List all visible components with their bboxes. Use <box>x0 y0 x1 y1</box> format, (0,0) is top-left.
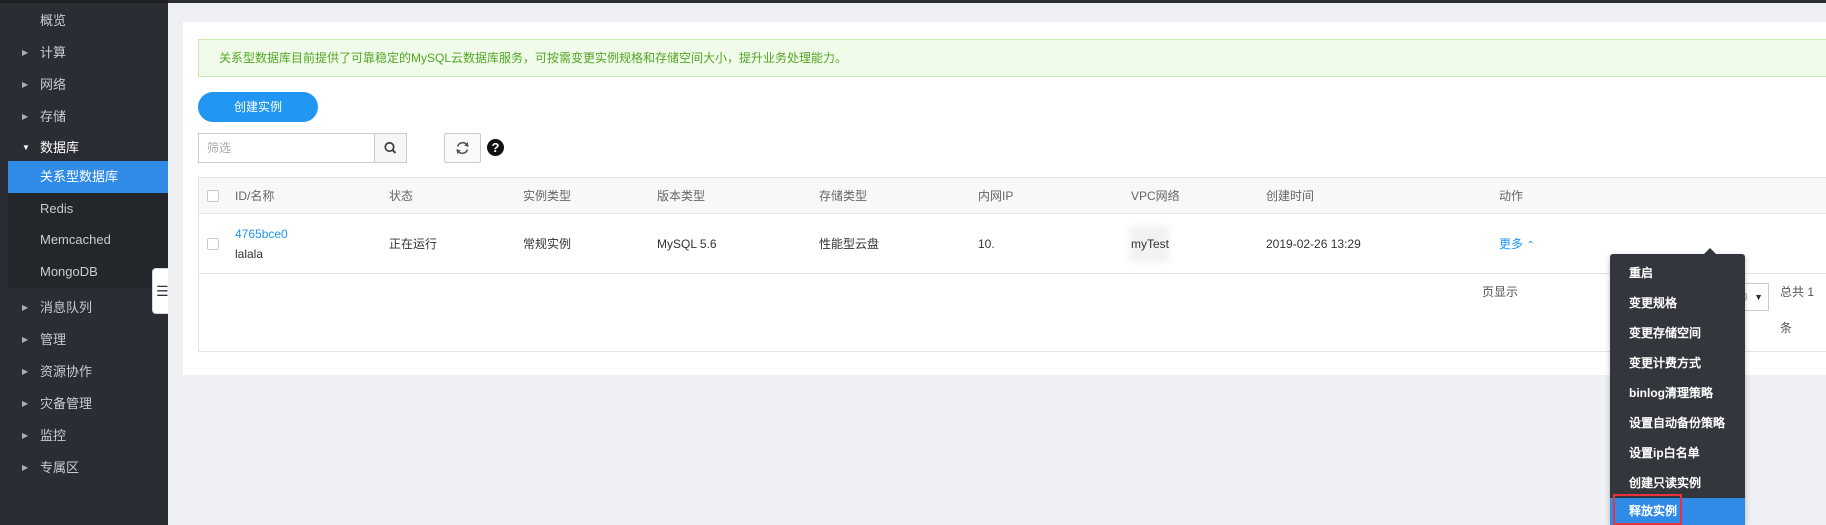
notice-text: 关系型数据库目前提供了可靠稳定的MySQL云数据库服务，可按需变更实例规格和存储… <box>219 51 848 65</box>
help-icon[interactable]: ? <box>487 139 504 156</box>
highlight-box <box>1613 494 1682 525</box>
search-icon <box>384 141 397 154</box>
instance-created: 2019-02-26 13:29 <box>1266 237 1361 251</box>
caret-right-icon: ▶ <box>22 112 29 121</box>
menu-item-change-storage[interactable]: 变更存储空间 <box>1610 318 1745 348</box>
sidebar-item-storage[interactable]: ▶ 存储 <box>0 101 168 133</box>
instance-ip: 10. <box>978 237 995 251</box>
caret-right-icon: ▶ <box>22 80 29 89</box>
sidebar-item-label: 监控 <box>40 428 67 443</box>
caret-right-icon: ▶ <box>22 399 29 408</box>
column-header-storage: 存储类型 <box>819 189 868 203</box>
caret-right-icon: ▶ <box>22 303 29 312</box>
instance-vpc: myTest <box>1131 237 1170 251</box>
sidebar-item-label: 专属区 <box>40 460 80 475</box>
column-header-version: 版本类型 <box>657 189 706 203</box>
more-actions-label: 更多 <box>1499 237 1524 251</box>
column-header-action: 动作 <box>1499 189 1524 203</box>
instance-version: MySQL 5.6 <box>657 237 717 251</box>
sidebar-subitem-redis[interactable]: Redis <box>8 193 168 225</box>
filter-input[interactable] <box>199 134 374 162</box>
sidebar-item-dr[interactable]: ▶ 灾备管理 <box>0 388 168 420</box>
menu-item-change-billing[interactable]: 变更计费方式 <box>1610 348 1745 378</box>
sidebar-item-label: 网络 <box>40 77 67 92</box>
caret-right-icon: ▶ <box>22 463 29 472</box>
total-count: 总共 1 条 <box>1780 285 1815 335</box>
sidebar-item-database[interactable]: ▼ 数据库 <box>0 132 168 164</box>
sidebar-item-label: 消息队列 <box>40 300 93 315</box>
row-checkbox[interactable] <box>207 238 219 250</box>
sidebar-subitem-label: 关系型数据库 <box>40 169 119 184</box>
column-header-created: 创建时间 <box>1266 189 1315 203</box>
sidebar-item-label: 计算 <box>40 45 67 60</box>
table-header: ID/名称 状态 实例类型 版本类型 存储类型 内网IP VPC网络 创建时间 … <box>199 178 1826 214</box>
column-header-id: ID/名称 <box>235 189 275 203</box>
more-actions-dropdown: 重启 变更规格 变更存储空间 变更计费方式 binlog清理策略 设置自动备份策… <box>1610 248 1745 525</box>
table-row: 4765bce0 lalala 正在运行 常规实例 MySQL 5.6 性能型云… <box>199 214 1826 274</box>
column-header-vpc: VPC网络 <box>1131 189 1180 203</box>
caret-right-icon: ▶ <box>22 431 29 440</box>
sidebar-subitem-rdb[interactable]: 关系型数据库 <box>8 161 168 193</box>
sidebar-item-label: 概览 <box>40 13 67 28</box>
column-header-ip: 内网IP <box>978 189 1014 203</box>
caret-down-icon: ▼ <box>22 143 30 152</box>
sidebar-item-label: 资源协作 <box>40 364 93 379</box>
sidebar-item-mq[interactable]: ▶ 消息队列 <box>0 292 168 324</box>
sidebar-subitem-label: MongoDB <box>40 264 98 279</box>
menu-item-auto-backup[interactable]: 设置自动备份策略 <box>1610 408 1745 438</box>
sidebar-item-label: 存储 <box>40 109 67 124</box>
top-bar <box>168 0 1826 3</box>
menu-item-ip-whitelist[interactable]: 设置ip白名单 <box>1610 438 1745 468</box>
caret-right-icon: ▶ <box>22 367 29 376</box>
search-button[interactable] <box>375 134 406 162</box>
sidebar-item-label: 灾备管理 <box>40 396 93 411</box>
sidebar-subitem-memcached[interactable]: Memcached <box>8 224 168 256</box>
page-size-label: 页显示 <box>1482 285 1519 299</box>
sidebar-subitem-mongodb[interactable]: MongoDB <box>8 256 168 288</box>
column-header-instance-type: 实例类型 <box>523 189 572 203</box>
sidebar-top-line <box>0 0 168 3</box>
instance-id-link[interactable]: 4765bce0 <box>235 226 288 242</box>
sidebar-item-manage[interactable]: ▶ 管理 <box>0 324 168 356</box>
sidebar-item-label: 管理 <box>40 332 67 347</box>
menu-item-binlog-policy[interactable]: binlog清理策略 <box>1610 378 1745 408</box>
sidebar-item-label: 数据库 <box>40 140 80 155</box>
sidebar-item-network[interactable]: ▶ 网络 <box>0 69 168 101</box>
instance-status: 正在运行 <box>389 237 438 251</box>
filter-box <box>198 133 407 163</box>
instance-table: ID/名称 状态 实例类型 版本类型 存储类型 内网IP VPC网络 创建时间 … <box>198 177 1826 352</box>
menu-collapse-icon: ☰ <box>156 283 169 299</box>
main-panel: 关系型数据库目前提供了可靠稳定的MySQL云数据库服务，可按需变更实例规格和存储… <box>183 22 1826 375</box>
menu-item-restart[interactable]: 重启 <box>1610 258 1745 288</box>
info-notice: 关系型数据库目前提供了可靠稳定的MySQL云数据库服务，可按需变更实例规格和存储… <box>198 39 1826 77</box>
instance-name: lalala <box>235 247 264 261</box>
caret-right-icon: ▶ <box>22 335 29 344</box>
chevron-up-icon: ⌃ <box>1526 240 1535 251</box>
refresh-icon <box>456 141 469 155</box>
sidebar-collapse-handle[interactable]: ☰ <box>152 268 169 314</box>
refresh-button[interactable] <box>444 133 481 163</box>
caret-down-icon: ▼ <box>1754 292 1763 302</box>
sidebar: 概览 ▶ 计算 ▶ 网络 ▶ 存储 ▼ 数据库 关系型数据库 Redis Mem… <box>0 0 169 525</box>
sidebar-item-monitor[interactable]: ▶ 监控 <box>0 420 168 452</box>
sidebar-item-compute[interactable]: ▶ 计算 <box>0 37 168 69</box>
sidebar-item-collab[interactable]: ▶ 资源协作 <box>0 356 168 388</box>
sidebar-subitem-label: Redis <box>40 201 74 216</box>
sidebar-item-overview[interactable]: 概览 <box>0 5 168 37</box>
column-header-status: 状态 <box>389 189 414 203</box>
caret-right-icon: ▶ <box>22 48 29 57</box>
create-instance-button[interactable]: 创建实例 <box>198 92 318 122</box>
instance-type: 常规实例 <box>523 237 572 251</box>
sidebar-subitem-label: Memcached <box>40 232 111 247</box>
sidebar-item-dedicated[interactable]: ▶ 专属区 <box>0 452 168 484</box>
instance-storage: 性能型云盘 <box>819 237 880 251</box>
menu-item-change-spec[interactable]: 变更规格 <box>1610 288 1745 318</box>
select-all-checkbox[interactable] <box>207 190 219 202</box>
more-actions-button[interactable]: 更多 ⌃ <box>1499 214 1535 274</box>
